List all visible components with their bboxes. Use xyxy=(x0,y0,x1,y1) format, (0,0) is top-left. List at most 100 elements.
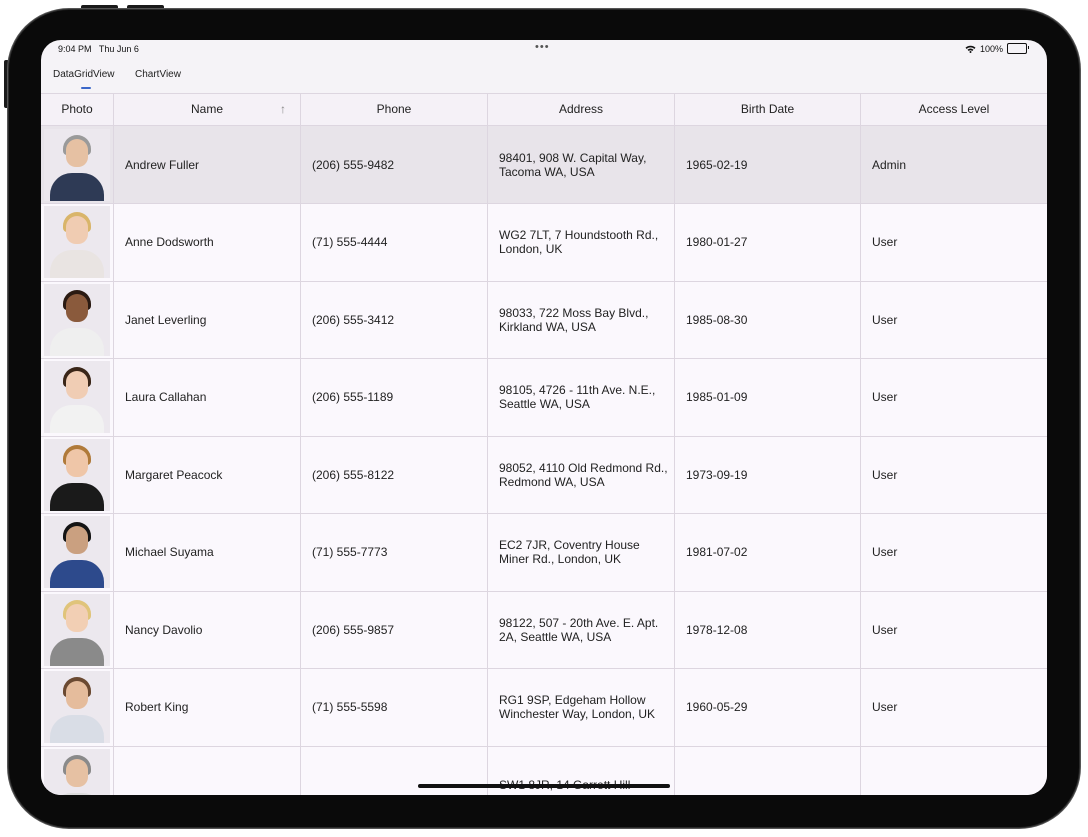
table-row[interactable]: Janet Leverling (206) 555-3412 98033, 722 … xyxy=(41,281,1047,359)
cell-name[interactable]: Robert King xyxy=(114,668,301,746)
cell-birth-date[interactable]: 1985-01-09 xyxy=(675,358,861,436)
battery-icon xyxy=(1007,43,1029,54)
cell-address-text: 98401, 908 W. Capital Way, Tacoma WA, US… xyxy=(499,150,647,179)
cell-name[interactable] xyxy=(114,746,301,795)
cell-access-level[interactable]: User xyxy=(861,591,1047,668)
cell-address[interactable]: WG2 7LT, 7 Houndstooth Rd., London, UK xyxy=(488,203,675,281)
table-row[interactable]: Robert King (71) 555-5598 RG1 9SP, Edgeham… xyxy=(41,668,1047,747)
cell-photo xyxy=(41,591,114,668)
header-photo[interactable]: Photo xyxy=(41,94,114,127)
cell-birth-date[interactable]: 1978-12-08 xyxy=(675,591,861,668)
avatar xyxy=(44,671,110,743)
cell-address-text: 98122, 507 - 20th Ave. E. Apt. 2A, Seatt… xyxy=(499,615,659,644)
table-row[interactable]: Margaret Peacock (206) 555-8122 98052, 411… xyxy=(41,436,1047,514)
cell-name[interactable]: Margaret Peacock xyxy=(114,436,301,513)
cell-name[interactable]: Andrew Fuller xyxy=(114,126,301,203)
header-name[interactable]: Name ↑ xyxy=(114,94,301,127)
cell-birth-date-text: 1985-08-30 xyxy=(686,312,748,327)
cell-address-text: 98052, 4110 Old Redmond Rd., Redmond WA,… xyxy=(499,460,668,489)
cell-address[interactable]: RG1 9SP, Edgeham Hollow Winchester Way, … xyxy=(488,668,675,746)
cell-access-level[interactable]: Admin xyxy=(861,126,1047,203)
status-bar: 9:04 PM Thu Jun 6 ••• 100% xyxy=(41,40,1047,60)
cell-name-text: Anne Dodsworth xyxy=(125,235,214,249)
cell-photo xyxy=(41,203,114,281)
cell-phone[interactable]: (206) 555-8122 xyxy=(301,436,488,513)
avatar xyxy=(44,128,110,201)
cell-phone-text: (71) 555-4444 xyxy=(312,235,388,249)
cell-birth-date[interactable]: 1980-01-27 xyxy=(675,203,861,281)
cell-phone[interactable]: (206) 555-9857 xyxy=(301,591,488,668)
battery-percentage: 100% xyxy=(979,43,1003,54)
header-name-label: Name xyxy=(190,102,223,116)
cell-birth-date[interactable]: 1960-05-29 xyxy=(675,668,861,746)
cell-name-text: Robert King xyxy=(125,700,189,714)
cell-address[interactable]: 98105, 4726 - 11th Ave. N.E., Seattle WA… xyxy=(488,358,675,436)
header-phone[interactable]: Phone xyxy=(301,94,488,127)
cell-access-level[interactable]: User xyxy=(861,359,1047,436)
data-grid[interactable]: Photo Name ↑ Phone Address Birth Date Ac… xyxy=(41,93,1047,795)
status-time-value: 9:04 PM xyxy=(58,44,92,54)
status-time: 9:04 PM Thu Jun 6 xyxy=(58,44,139,54)
cell-name-text: Janet Leverling xyxy=(125,312,207,327)
table-row[interactable]: Michael Suyama (71) 555-7773 EC2 7JR, Cove… xyxy=(41,513,1047,592)
cell-access-level[interactable] xyxy=(861,746,1047,795)
cell-birth-date[interactable]: 1981-07-02 xyxy=(675,513,861,591)
cell-phone-text: (206) 555-9857 xyxy=(312,622,395,637)
cell-phone[interactable]: (206) 555-3412 xyxy=(301,281,488,358)
cell-photo xyxy=(41,358,114,436)
tab-datagridview[interactable]: DataGridView xyxy=(53,69,115,80)
cell-access-level[interactable]: User xyxy=(861,514,1047,591)
cell-access-level[interactable]: User xyxy=(861,669,1047,746)
cell-birth-date-text: 1985-01-09 xyxy=(686,390,748,404)
cell-access-level-text: User xyxy=(872,312,898,327)
cell-phone[interactable]: (71) 555-7773 xyxy=(301,513,488,591)
table-row[interactable]: Anne Dodsworth (71) 555-4444 WG2 7LT, 7 Ho… xyxy=(41,203,1047,282)
cell-address[interactable]: 98401, 908 W. Capital Way, Tacoma WA, US… xyxy=(488,126,675,203)
cell-phone[interactable]: (71) 555-4444 xyxy=(301,203,488,281)
sort-ascending-icon: ↑ xyxy=(280,102,286,116)
avatar xyxy=(44,748,110,795)
cell-birth-date[interactable]: 1985-08-30 xyxy=(675,281,861,358)
table-row[interactable]: Nancy Davolio (206) 555-9857 98122, 507 - … xyxy=(41,591,1047,669)
cell-name[interactable]: Nancy Davolio xyxy=(114,591,301,668)
cell-name[interactable]: Janet Leverling xyxy=(114,281,301,358)
tab-bar: DataGridView ChartView xyxy=(41,60,1047,93)
cell-name-text: Andrew Fuller xyxy=(125,157,200,172)
cell-access-level-text: User xyxy=(872,545,898,559)
cell-birth-date[interactable] xyxy=(675,746,861,795)
cell-address[interactable]: EC2 7JR, Coventry House Miner Rd., Londo… xyxy=(488,513,675,591)
cell-phone[interactable]: (71) 555-5598 xyxy=(301,668,488,746)
cell-address-text: WG2 7LT, 7 Houndstooth Rd., London, UK xyxy=(499,228,659,256)
avatar xyxy=(44,593,110,666)
cell-phone[interactable]: (206) 555-9482 xyxy=(301,126,488,203)
table-row[interactable]: Andrew Fuller (206) 555-9482 98401, 908 W.… xyxy=(41,126,1047,204)
cell-access-level[interactable]: User xyxy=(861,204,1047,281)
cell-birth-date-text: 1973-09-19 xyxy=(686,467,748,482)
cell-phone-text: (71) 555-5598 xyxy=(312,700,388,714)
header-access-level[interactable]: Access Level xyxy=(861,94,1047,127)
cell-phone[interactable]: (206) 555-1189 xyxy=(301,358,488,436)
cell-name[interactable]: Laura Callahan xyxy=(114,358,301,436)
cell-access-level-text: User xyxy=(872,467,898,482)
cell-name-text: Michael Suyama xyxy=(125,545,214,559)
cell-photo xyxy=(41,746,114,795)
table-row[interactable]: Laura Callahan (206) 555-1189 98105, 4726 … xyxy=(41,358,1047,437)
cell-name[interactable]: Michael Suyama xyxy=(114,513,301,591)
cell-address-text: EC2 7JR, Coventry House Miner Rd., Londo… xyxy=(499,538,640,566)
home-indicator[interactable] xyxy=(418,784,670,788)
header-address[interactable]: Address xyxy=(488,94,675,127)
cell-photo xyxy=(41,281,114,358)
cell-access-level[interactable]: User xyxy=(861,281,1047,358)
cell-access-level[interactable]: User xyxy=(861,436,1047,513)
tab-chartview[interactable]: ChartView xyxy=(135,69,181,80)
cell-address[interactable]: 98052, 4110 Old Redmond Rd., Redmond WA,… xyxy=(488,436,675,513)
cell-address[interactable]: 98033, 722 Moss Bay Blvd., Kirkland WA, … xyxy=(488,281,675,358)
cell-phone-text: (206) 555-8122 xyxy=(312,467,395,482)
multitasking-dots[interactable]: ••• xyxy=(535,41,550,53)
cell-address[interactable]: 98122, 507 - 20th Ave. E. Apt. 2A, Seatt… xyxy=(488,591,675,668)
cell-birth-date[interactable]: 1973-09-19 xyxy=(675,436,861,513)
cell-name[interactable]: Anne Dodsworth xyxy=(114,203,301,281)
header-birth-date[interactable]: Birth Date xyxy=(675,94,861,127)
cell-birth-date[interactable]: 1965-02-19 xyxy=(675,126,861,203)
app-screen: 9:04 PM Thu Jun 6 ••• 100% DataGridView … xyxy=(41,40,1047,795)
